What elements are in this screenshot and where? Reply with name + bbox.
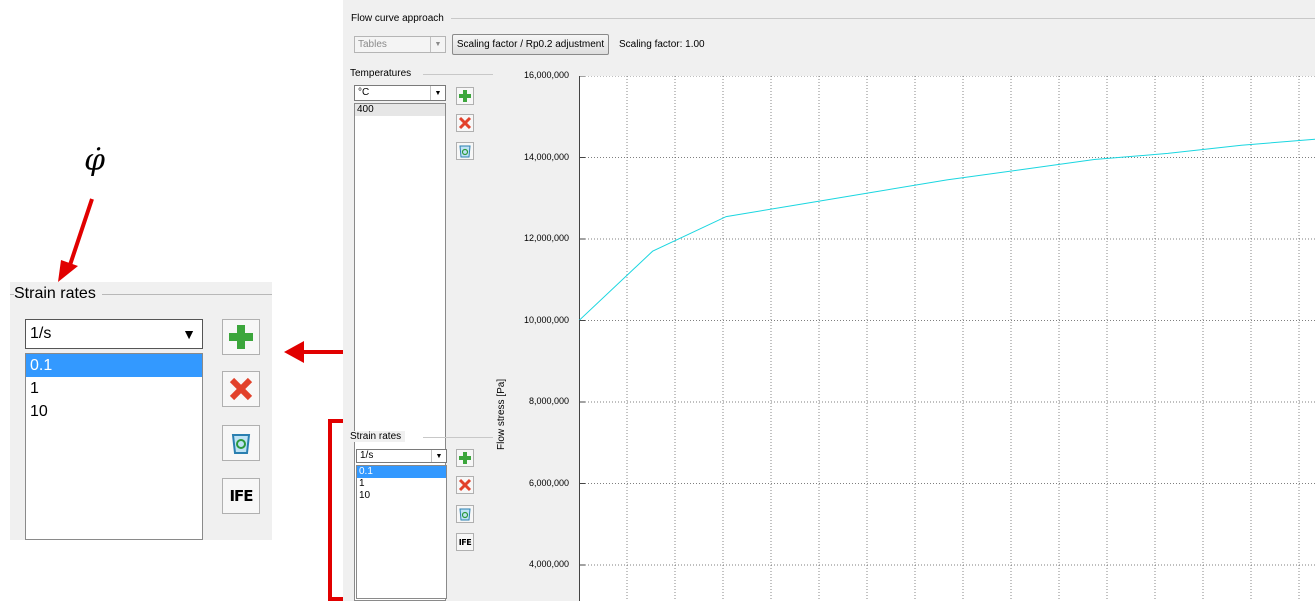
zoom-arrow-head — [284, 341, 304, 363]
strain-rates-separator — [423, 437, 493, 438]
zoom-strain-rate-item[interactable]: 1 — [26, 377, 202, 400]
recycle-icon — [459, 145, 471, 158]
zoom-clear-button[interactable] — [222, 425, 260, 461]
temperatures-group-title: Temperatures — [350, 68, 416, 79]
zoom-delete-button[interactable] — [222, 371, 260, 407]
strain-rate-clear-button[interactable] — [456, 505, 474, 523]
temperature-add-button[interactable] — [456, 87, 474, 105]
y-tick-label: 6,000,000 — [528, 477, 569, 488]
strain-rate-add-button[interactable] — [456, 449, 474, 467]
temperature-item[interactable]: 400 — [355, 104, 445, 116]
flow-curve-plot — [579, 76, 1315, 601]
flow-curve-separator — [451, 18, 1315, 19]
zoom-unit-select[interactable]: 1/s ▼ — [25, 319, 203, 349]
ife-logo-icon: IFE — [458, 537, 472, 547]
x-icon — [458, 116, 472, 130]
plus-icon — [459, 90, 471, 102]
strain-rate-ife-button[interactable]: IFE — [456, 533, 474, 551]
strain-rate-unit-value: 1/s — [360, 450, 374, 461]
method-select[interactable]: Tables ▼ — [354, 36, 446, 53]
phi-arrow-head — [58, 260, 78, 282]
y-tick-label: 16,000,000 — [523, 70, 569, 80]
temperatures-separator — [423, 74, 493, 75]
plus-icon — [459, 452, 471, 464]
strain-rate-item[interactable]: 1 — [357, 478, 446, 490]
zoom-strain-rate-item[interactable]: 10 — [26, 400, 202, 423]
zoom-ife-logo-icon: IFE — [229, 487, 253, 505]
zoom-x-icon — [229, 377, 253, 401]
chevron-down-icon: ▼ — [431, 450, 446, 462]
flow-curve-group-title: Flow curve approach — [351, 13, 448, 24]
zoom-strain-rate-list: 0.1 1 10 — [25, 353, 203, 540]
zoom-ife-button[interactable]: IFE — [222, 478, 260, 514]
zoom-add-button[interactable] — [222, 319, 260, 355]
temperature-unit-value: °C — [358, 87, 370, 98]
flow-curve-line — [579, 138, 1315, 321]
zoom-chevron-down-icon: ▼ — [182, 326, 196, 342]
zoom-plus-icon — [229, 325, 253, 349]
chevron-down-icon: ▼ — [430, 37, 445, 52]
strain-rate-unit-select[interactable]: 1/s ▼ — [356, 449, 447, 463]
strain-rate-item[interactable]: 0.1 — [357, 466, 446, 478]
scaling-factor-button[interactable]: Scaling factor / Rp0.2 adjustment — [452, 34, 609, 55]
y-tick-label: 4,000,000 — [528, 559, 569, 569]
zoom-unit-value: 1/s — [30, 325, 52, 342]
x-icon — [458, 478, 472, 492]
strain-rate-delete-button[interactable] — [456, 476, 474, 494]
method-select-value: Tables — [358, 39, 387, 50]
scaling-factor-text: Scaling factor: 1.00 — [619, 39, 705, 50]
temperature-unit-select[interactable]: °C ▼ — [354, 85, 446, 101]
strain-rate-list: 0.1 1 10 — [356, 465, 447, 599]
phi-arrow-line — [67, 198, 94, 269]
strain-rates-zoom-panel: Strain rates 1/s ▼ 0.1 1 10 IFE — [10, 282, 272, 540]
y-tick-label: 10,000,000 — [523, 314, 569, 325]
y-axis-label: Flow stress [Pa] — [496, 378, 507, 450]
strain-rate-item[interactable]: 10 — [357, 490, 446, 502]
recycle-icon — [459, 508, 471, 521]
zoom-recycle-icon — [231, 434, 251, 454]
chevron-down-icon: ▼ — [430, 86, 445, 100]
strain-rates-group-title: Strain rates — [350, 431, 406, 442]
y-tick-label: 8,000,000 — [528, 396, 569, 406]
y-tick-label: 12,000,000 — [523, 233, 569, 243]
y-tick-label: 14,000,000 — [523, 151, 569, 162]
temperature-delete-button[interactable] — [456, 114, 474, 132]
zoom-strain-rate-item[interactable]: 0.1 — [26, 354, 202, 377]
temperature-clear-button[interactable] — [456, 142, 474, 160]
zoom-strain-rates-title: Strain rates — [14, 285, 102, 303]
